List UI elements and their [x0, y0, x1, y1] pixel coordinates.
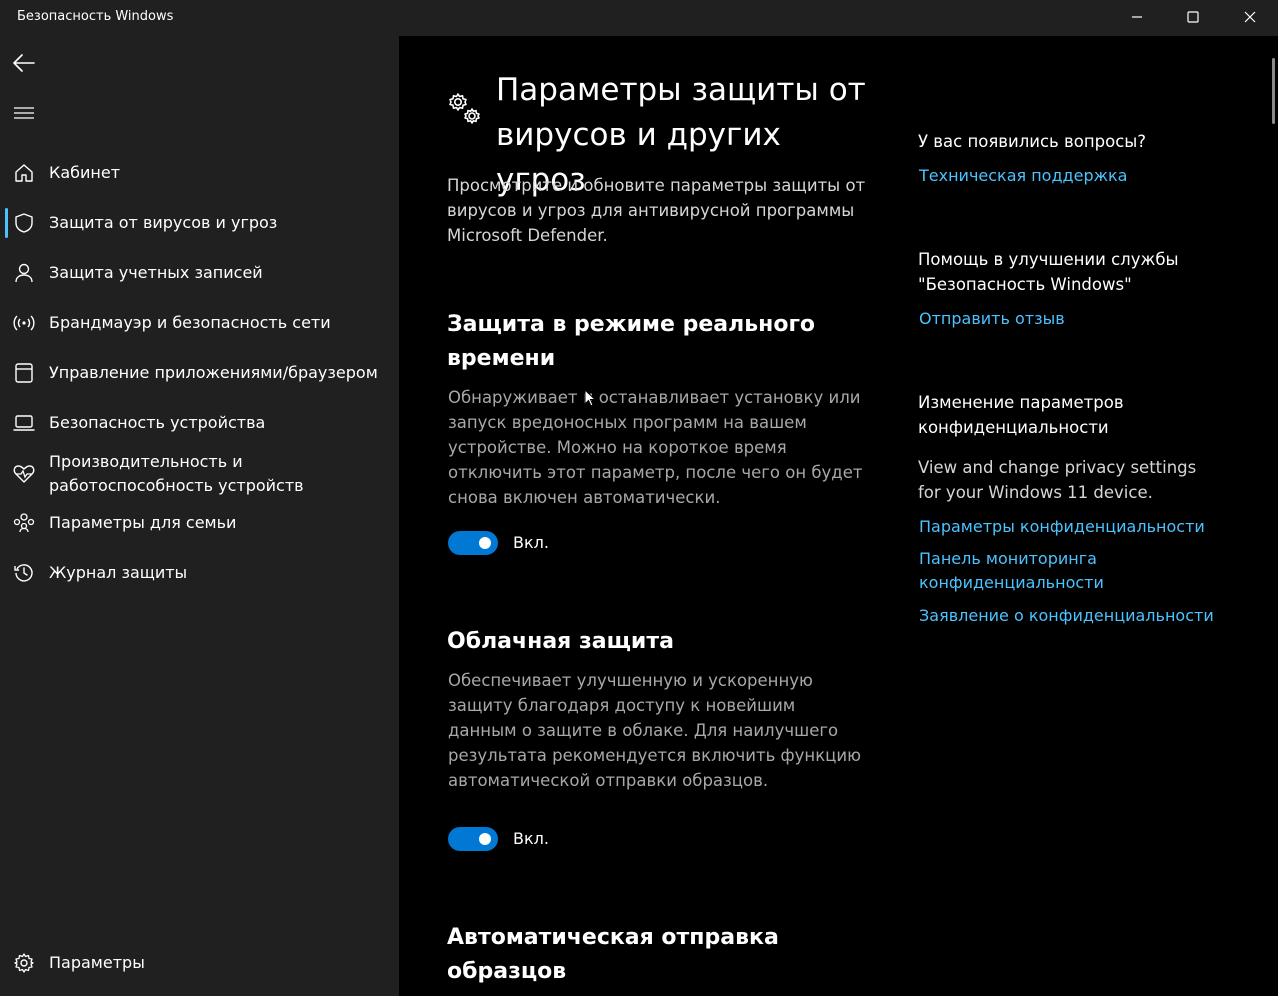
title-bar: Безопасность Windows: [0, 0, 1278, 36]
feedback-link[interactable]: Отправить отзыв: [919, 307, 1219, 331]
sidebar-item-label: Кабинет: [49, 163, 121, 182]
home-icon: [13, 162, 35, 184]
gear-icon: [13, 952, 35, 974]
mouse-cursor-icon: [584, 389, 596, 407]
sidebar-item-label: Журнал защиты: [49, 563, 188, 582]
realtime-protection-toggle-label: Вкл.: [513, 533, 549, 552]
sidebar-item-label: Параметры: [49, 953, 145, 972]
sidebar-item-label: Безопасность устройства: [49, 413, 266, 432]
heart-pulse-icon: [13, 463, 35, 485]
realtime-protection-toggle[interactable]: [448, 531, 498, 555]
history-icon: [13, 562, 35, 584]
back-arrow-icon: [13, 54, 35, 72]
privacy-text: View and change privacy settings for you…: [918, 458, 1197, 502]
maximize-button[interactable]: [1165, 0, 1221, 34]
main-content: Параметры защиты от вирусов и других угр…: [399, 36, 1259, 996]
improve-heading: Помощь в улучшении службы "Безопасность …: [918, 250, 1179, 294]
support-link[interactable]: Техническая поддержка: [919, 164, 1219, 188]
window-title: Безопасность Windows: [17, 9, 174, 24]
sidebar-item-label: Защита от вирусов и угроз: [49, 213, 278, 232]
family-icon: [13, 512, 35, 534]
sidebar-item-family-options[interactable]: Параметры для семьи: [0, 501, 399, 545]
privacy-statement-link[interactable]: Заявление о конфиденциальности: [919, 604, 1219, 628]
sidebar-item-label: Производительность и работоспособность у…: [49, 452, 304, 495]
sidebar-item-app-browser-control[interactable]: Управление приложениями/браузером: [0, 351, 399, 395]
sidebar-item-virus-protection[interactable]: Защита от вирусов и угроз: [0, 201, 399, 245]
person-icon: [13, 262, 35, 284]
page-description: Просмотрите и обновите параметры защиты …: [447, 176, 866, 245]
realtime-protection-title: Защита в режиме реального времени: [447, 312, 816, 371]
sidebar-item-device-performance[interactable]: Производительность и работоспособность у…: [0, 445, 399, 503]
privacy-heading: Изменение параметров конфиденциальности: [918, 393, 1124, 437]
settings-gears-icon: [447, 91, 483, 127]
scrollbar[interactable]: [1272, 58, 1275, 124]
maximize-icon: [1187, 11, 1199, 23]
questions-heading: У вас появились вопросы?: [918, 132, 1147, 151]
shield-icon: [13, 212, 35, 234]
wifi-signal-icon: [13, 312, 35, 334]
sidebar-item-home[interactable]: Кабинет: [0, 151, 399, 195]
sidebar: Кабинет Защита от вирусов и угроз Защита…: [0, 36, 399, 996]
cloud-protection-toggle[interactable]: [448, 827, 498, 851]
minimize-icon: [1132, 16, 1142, 18]
minimize-button[interactable]: [1109, 0, 1165, 34]
sidebar-item-firewall[interactable]: Брандмауэр и безопасность сети: [0, 301, 399, 345]
close-icon: [1244, 11, 1256, 23]
app-window-icon: [13, 362, 35, 384]
laptop-icon: [13, 412, 35, 434]
toggle-knob: [479, 833, 491, 845]
toggle-knob: [479, 537, 491, 549]
back-button[interactable]: [8, 48, 40, 78]
sidebar-item-account-protection[interactable]: Защита учетных записей: [0, 251, 399, 295]
close-button[interactable]: [1222, 0, 1278, 34]
sidebar-item-protection-history[interactable]: Журнал защиты: [0, 551, 399, 595]
privacy-dashboard-link[interactable]: Панель мониторинга конфиденциальности: [919, 547, 1139, 595]
sidebar-item-label: Параметры для семьи: [49, 513, 237, 532]
sidebar-item-label: Защита учетных записей: [49, 263, 263, 282]
cloud-protection-title: Облачная защита: [447, 629, 674, 654]
cloud-protection-toggle-label: Вкл.: [513, 829, 549, 848]
sidebar-item-settings[interactable]: Параметры: [0, 941, 399, 985]
sidebar-item-label: Брандмауэр и безопасность сети: [49, 313, 331, 332]
sidebar-item-device-security[interactable]: Безопасность устройства: [0, 401, 399, 445]
sample-submission-title: Автоматическая отправка образцов: [447, 925, 779, 984]
realtime-protection-description: Обнаруживает и останавливает установку и…: [448, 388, 863, 507]
sidebar-item-label: Управление приложениями/браузером: [49, 363, 378, 382]
privacy-settings-link[interactable]: Параметры конфиденциальности: [919, 515, 1219, 539]
hamburger-icon: [14, 107, 34, 119]
cloud-protection-description: Обеспечивает улучшенную и ускоренную защ…: [448, 671, 862, 790]
hamburger-menu-button[interactable]: [8, 98, 40, 128]
